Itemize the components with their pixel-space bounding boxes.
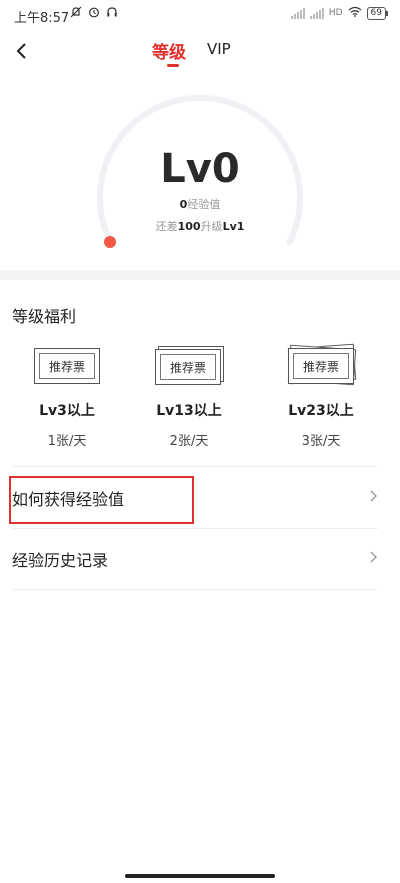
- home-indicator[interactable]: [125, 874, 275, 878]
- ticket-label: 推荐票: [293, 353, 349, 379]
- divider: [12, 466, 378, 467]
- mute-icon: [70, 6, 88, 21]
- benefit-level: Lv13以上: [156, 403, 222, 419]
- alarm-icon: [88, 7, 106, 21]
- ticket-label: 推荐票: [160, 354, 216, 380]
- signal-icon: [290, 7, 305, 19]
- highlight-annotation: [9, 476, 194, 524]
- top-nav: 等级 VIP: [0, 30, 400, 74]
- benefit-quantity: 2张/天: [169, 434, 209, 449]
- active-tab-indicator: [167, 64, 179, 67]
- headphones-icon: [106, 7, 118, 21]
- ticket-label: 推荐票: [39, 353, 95, 379]
- section-divider: [0, 270, 400, 280]
- upgrade-hint: 还差100升级Lv1: [0, 218, 400, 234]
- tab-level[interactable]: 等级: [152, 38, 186, 63]
- benefit-level: Lv23以上: [288, 403, 354, 419]
- status-bar: 上午8:57 HD 69: [0, 0, 400, 30]
- status-time: 上午8:57: [14, 11, 70, 26]
- benefit-item: 推荐票 Lv13以上 2张/天: [139, 346, 239, 449]
- need-value: 100: [177, 220, 201, 233]
- current-level: Lv0: [160, 146, 240, 192]
- wifi-icon: [348, 6, 362, 20]
- ticket-icon: 推荐票: [154, 346, 224, 386]
- need-prefix: 还差: [155, 220, 178, 233]
- exp-line: 0经验值: [0, 196, 400, 212]
- benefit-level: Lv3以上: [39, 403, 95, 419]
- chevron-left-icon: [10, 43, 36, 70]
- benefit-quantity: 3张/天: [301, 434, 341, 449]
- tab-vip[interactable]: VIP: [207, 40, 231, 58]
- exp-label: 经验值: [187, 198, 221, 211]
- benefits-title: 等级福利: [12, 307, 77, 326]
- row-label: 经验历史记录: [12, 551, 109, 570]
- benefit-item: 推荐票 Lv23以上 3张/天: [271, 343, 371, 449]
- status-left-icons: [70, 6, 118, 21]
- back-button[interactable]: [10, 36, 36, 66]
- chevron-right-icon: [370, 488, 378, 502]
- exp-history-row[interactable]: 经验历史记录: [0, 529, 400, 589]
- divider: [12, 589, 378, 590]
- signal-icon-2: [309, 7, 324, 19]
- benefit-item: 推荐票 Lv3以上 1张/天: [17, 346, 117, 449]
- status-right: HD 69: [290, 6, 389, 20]
- battery-indicator: 69: [366, 6, 389, 20]
- need-mid: 升级: [200, 220, 223, 233]
- next-level: Lv1: [222, 220, 245, 233]
- ticket-icon: 推荐票: [286, 343, 357, 386]
- gauge-progress-dot: [104, 236, 116, 248]
- chevron-right-icon: [370, 549, 378, 563]
- network-type: HD: [328, 8, 343, 18]
- ticket-icon: 推荐票: [32, 346, 102, 386]
- benefit-quantity: 1张/天: [47, 434, 87, 449]
